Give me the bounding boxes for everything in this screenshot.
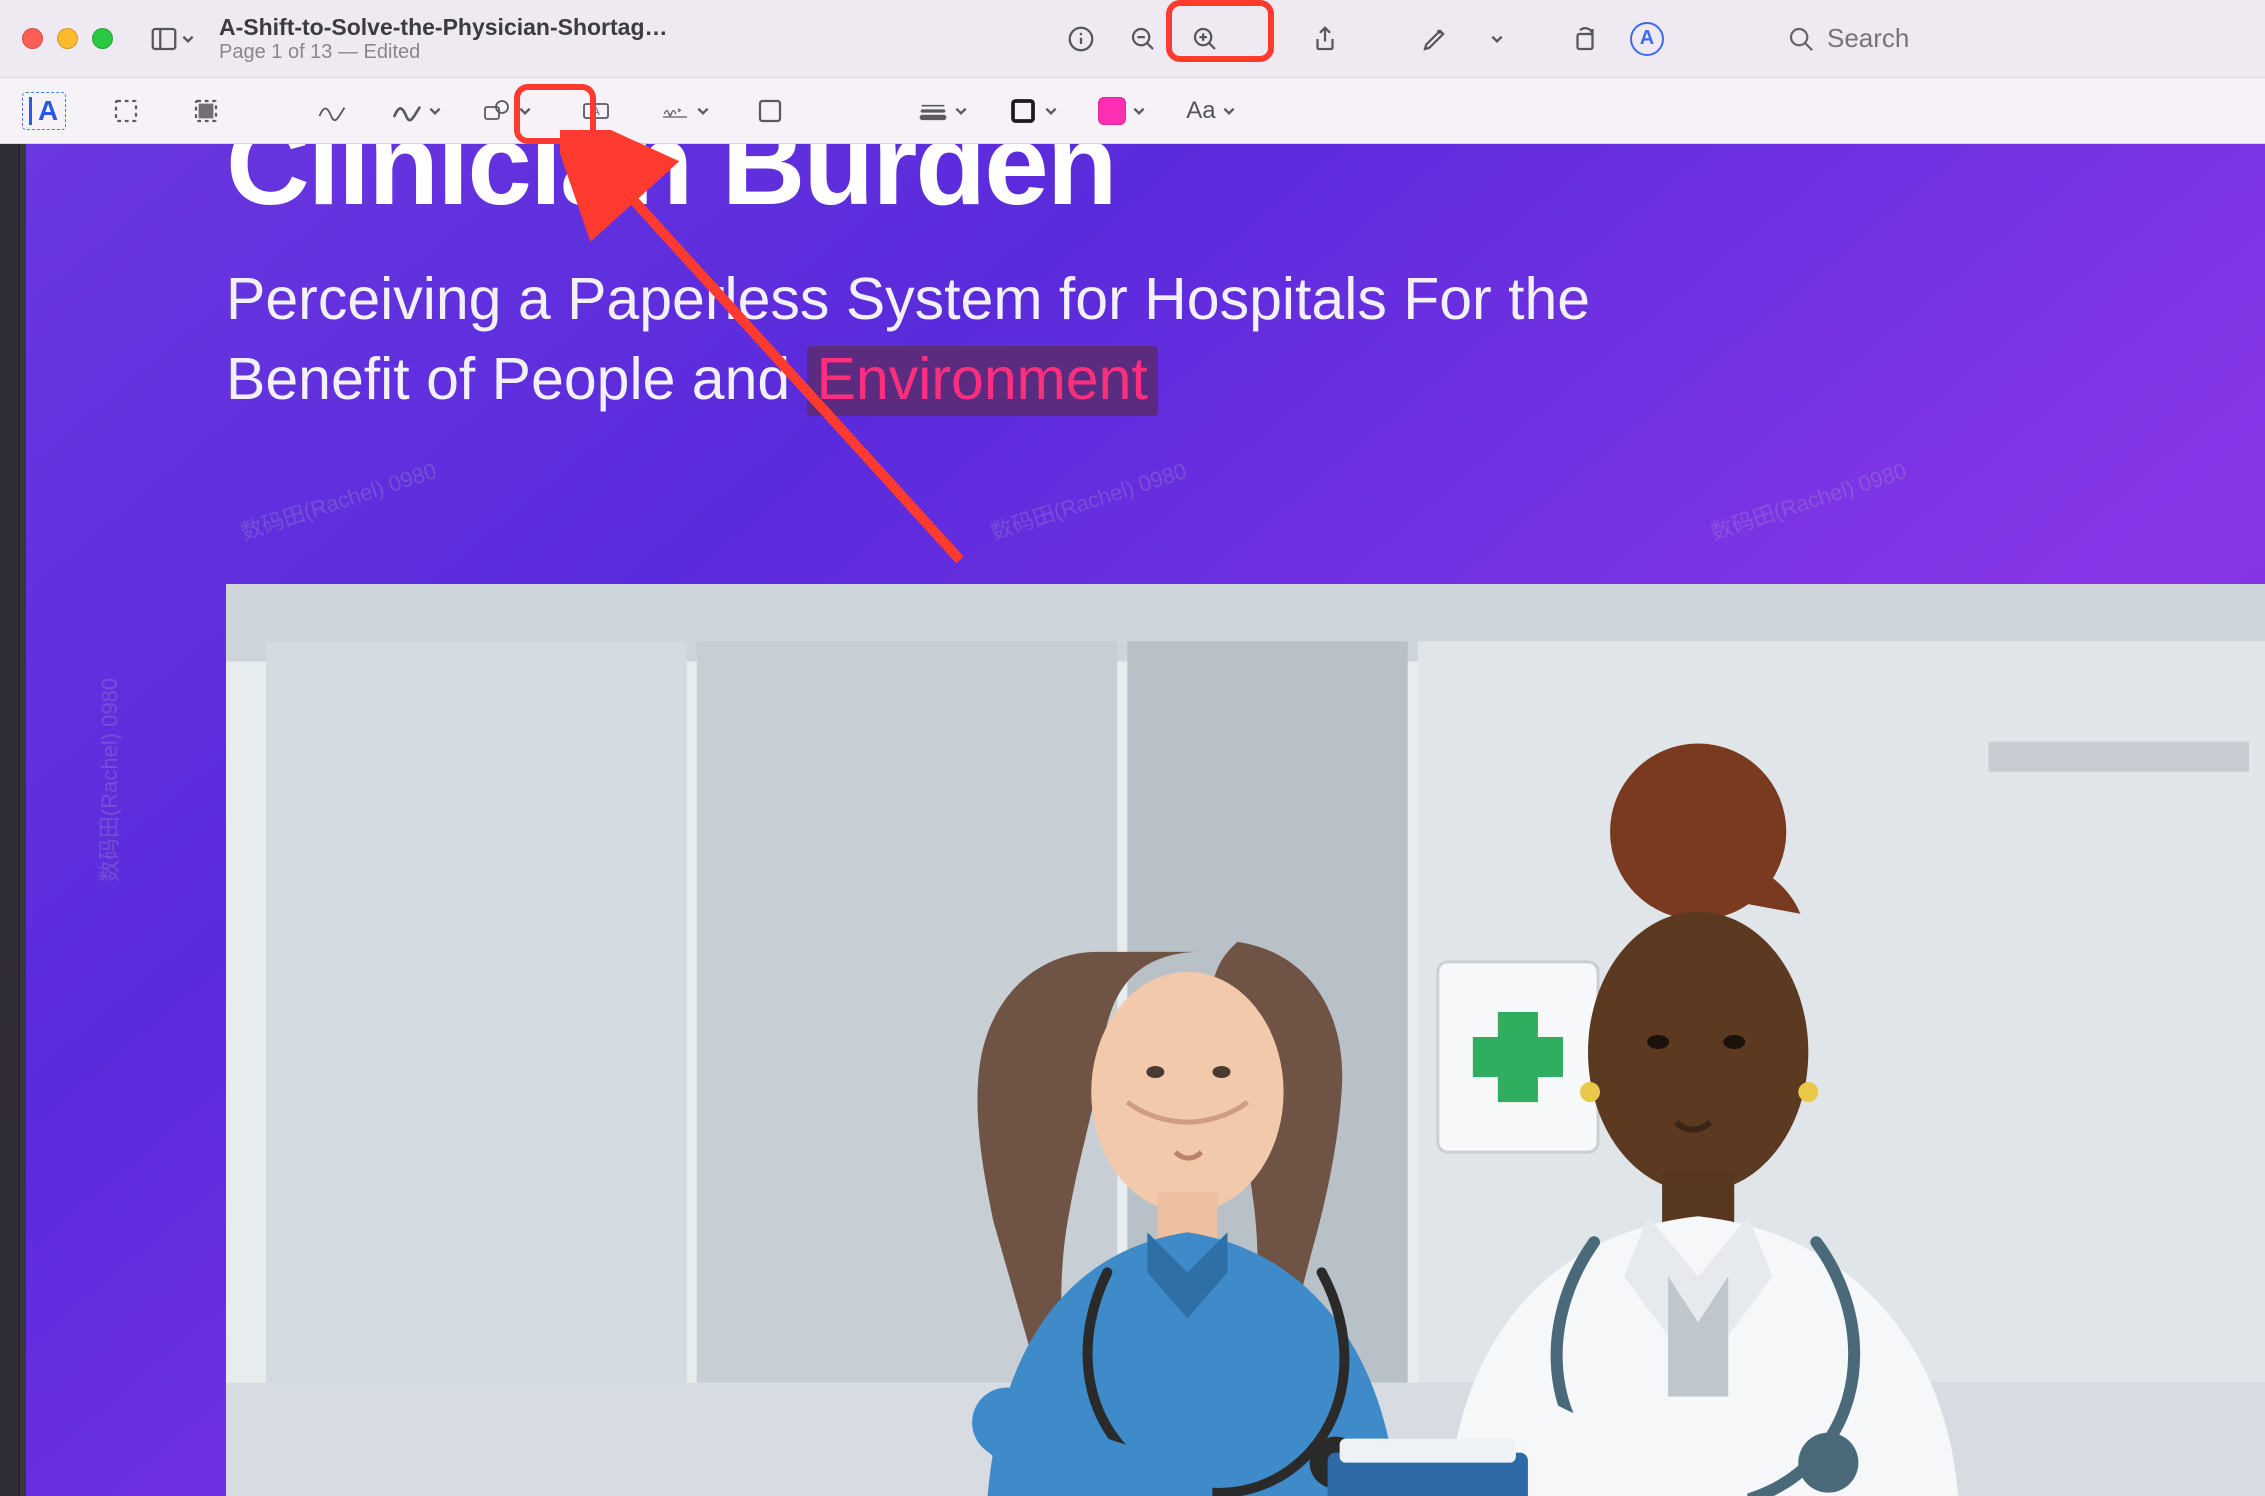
watermark: 数码田(Rachel) 0980: [986, 453, 1190, 547]
window-fullscreen-button[interactable]: [92, 28, 113, 49]
chevron-down-icon: [181, 32, 195, 46]
watermark: 数码田(Rachel) 0980: [92, 678, 124, 882]
search-wrap: [1687, 17, 2247, 61]
document-title-block: A-Shift-to-Solve-the-Physician-Shortag… …: [219, 14, 668, 64]
zoom-in-button[interactable]: [1183, 17, 1227, 61]
info-button[interactable]: [1059, 17, 1103, 61]
markup-button[interactable]: [1403, 17, 1467, 61]
sign-icon: [660, 96, 690, 126]
document-page: Clinician Burden Perceiving a Paperless …: [26, 144, 2265, 1496]
font-icon: Aa: [1186, 97, 1215, 125]
chevron-down-icon: [1490, 32, 1504, 46]
note-icon: [755, 96, 785, 126]
document-subtitle: Page 1 of 13 — Edited: [219, 41, 668, 64]
traffic-lights: [22, 28, 113, 49]
chevron-down-icon: [696, 104, 710, 118]
document-viewport[interactable]: Clinician Burden Perceiving a Paperless …: [0, 144, 2265, 1496]
sidebar-toggle-button[interactable]: [149, 17, 195, 61]
chevron-down-icon: [428, 104, 442, 118]
fill-color-menu[interactable]: [1092, 89, 1152, 133]
share-icon: [1310, 24, 1340, 54]
font-menu[interactable]: Aa: [1180, 89, 1241, 133]
shapes-icon: [482, 96, 512, 126]
draw-tool[interactable]: [386, 89, 448, 133]
pencil-icon: [1420, 24, 1450, 54]
page-headline: Clinician Burden: [226, 144, 2265, 222]
rotate-button[interactable]: [1563, 17, 1607, 61]
search-icon: [1785, 17, 1817, 61]
chevron-down-icon: [1132, 104, 1146, 118]
sketch-icon: [317, 96, 347, 126]
watermark: 数码田(Rachel) 0980: [1706, 453, 1910, 547]
textbox-tool[interactable]: A: [566, 89, 626, 133]
svg-text:A: A: [593, 106, 601, 118]
text-selection-tool[interactable]: A: [16, 89, 72, 133]
rotate-icon: [1570, 24, 1600, 54]
page-hero-image: [226, 584, 2265, 1496]
fill-color-swatch: [1098, 97, 1126, 125]
thumbnail-strip[interactable]: [0, 144, 20, 1496]
border-color-icon: [1008, 96, 1038, 126]
border-color-menu[interactable]: [1002, 89, 1064, 133]
rect-selection-tool[interactable]: [100, 89, 152, 133]
zoom-in-icon: [1190, 24, 1220, 54]
share-button[interactable]: [1303, 17, 1347, 61]
chevron-down-icon: [1222, 104, 1236, 118]
selection-full-icon: [191, 96, 221, 126]
titlebar: A-Shift-to-Solve-the-Physician-Shortag… …: [0, 0, 2265, 78]
document-title: A-Shift-to-Solve-the-Physician-Shortag…: [219, 14, 668, 41]
selection-rect-icon: [111, 96, 141, 126]
sign-tool[interactable]: [654, 89, 716, 133]
sidebar-icon: [149, 24, 179, 54]
chevron-down-icon: [518, 104, 532, 118]
line-style-icon: [918, 96, 948, 126]
search-input[interactable]: [1827, 23, 2247, 54]
appearance-letter: A: [1640, 27, 1654, 50]
shapes-tool[interactable]: [476, 89, 538, 133]
info-icon: [1066, 24, 1096, 54]
full-selection-tool[interactable]: [180, 89, 232, 133]
sketch-tool[interactable]: [306, 89, 358, 133]
markup-menu-button[interactable]: [1485, 17, 1507, 61]
note-tool[interactable]: [744, 89, 796, 133]
window-close-button[interactable]: [22, 28, 43, 49]
page-subheadline: Perceiving a Paperless System for Hospit…: [226, 260, 1786, 419]
watermark: 数码田(Rachel) 0980: [236, 453, 440, 547]
chevron-down-icon: [954, 104, 968, 118]
subheadline-highlight: Environment: [807, 346, 1158, 416]
chevron-down-icon: [1044, 104, 1058, 118]
zoom-out-button[interactable]: [1121, 17, 1165, 61]
textbox-icon: A: [581, 96, 611, 126]
markup-toolbar: A A: [0, 78, 2265, 144]
draw-icon: [392, 96, 422, 126]
window-minimize-button[interactable]: [57, 28, 78, 49]
text-selection-icon: A: [22, 92, 66, 130]
appearance-icon: A: [1630, 22, 1664, 56]
text-selection-letter: A: [38, 95, 59, 127]
zoom-out-icon: [1128, 24, 1158, 54]
line-style-menu[interactable]: [912, 89, 974, 133]
appearance-button[interactable]: A: [1625, 17, 1669, 61]
